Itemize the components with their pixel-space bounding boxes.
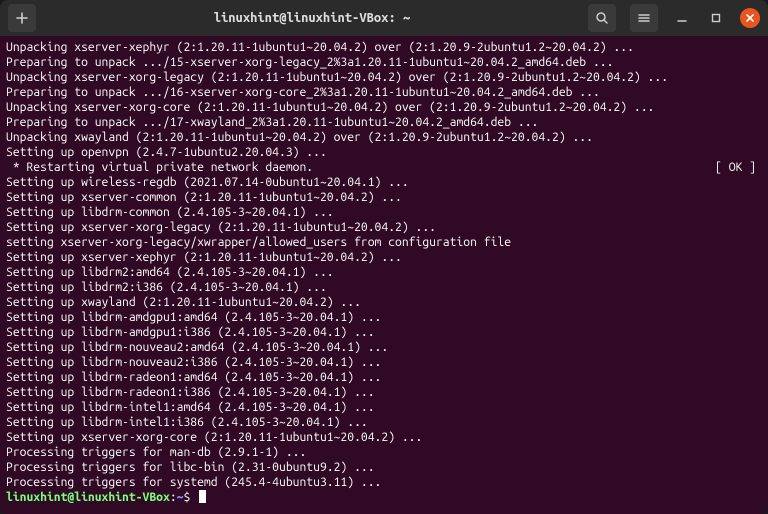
terminal-line: Setting up libdrm-intel1:amd64 (2.4.105-…	[6, 400, 762, 415]
maximize-icon	[710, 12, 722, 24]
menu-button[interactable]	[630, 4, 658, 32]
terminal-line: Unpacking xserver-xorg-core (2:1.20.11-1…	[6, 100, 762, 115]
terminal-line: Setting up libdrm-amdgpu1:i386 (2.4.105-…	[6, 325, 762, 340]
terminal-line: Setting up libdrm2:amd64 (2.4.105-3~20.0…	[6, 265, 762, 280]
minimize-button[interactable]	[672, 8, 692, 28]
prompt-dollar: $	[183, 491, 197, 504]
restart-status-line: * Restarting virtual private network dae…	[6, 160, 762, 175]
prompt-userhost: linuxhint@linuxhint-VBox	[6, 491, 170, 504]
terminal-line: Setting up xserver-xorg-core (2:1.20.11-…	[6, 430, 762, 445]
search-button[interactable]	[588, 4, 616, 32]
terminal-line: Setting up wireless-regdb (2021.07.14-0u…	[6, 175, 762, 190]
terminal-line: Unpacking xwayland (2:1.20.11-1ubuntu1~2…	[6, 130, 762, 145]
hamburger-icon	[637, 11, 651, 25]
terminal-line: Setting up libdrm-nouveau2:amd64 (2.4.10…	[6, 340, 762, 355]
restart-msg: * Restarting virtual private network dae…	[6, 160, 313, 175]
terminal-line: Setting up libdrm-radeon1:amd64 (2.4.105…	[6, 370, 762, 385]
terminal-line: Processing triggers for libc-bin (2.31-0…	[6, 460, 762, 475]
prompt-colon: :	[170, 491, 177, 504]
terminal-line: Setting up libdrm-common (2.4.105-3~20.0…	[6, 205, 762, 220]
prompt-line: linuxhint@linuxhint-VBox:~$	[6, 490, 762, 505]
minimize-icon	[676, 12, 688, 24]
close-icon	[745, 13, 755, 23]
cursor	[199, 490, 206, 503]
terminal-line: Unpacking xserver-xephyr (2:1.20.11-1ubu…	[6, 40, 762, 55]
ok-status: [ OK ]	[715, 160, 762, 175]
search-icon	[595, 11, 609, 25]
terminal-line: Setting up libdrm-radeon1:i386 (2.4.105-…	[6, 385, 762, 400]
terminal-line: setting xserver-xorg-legacy/xwrapper/all…	[6, 235, 762, 250]
terminal-line: Preparing to unpack .../15-xserver-xorg-…	[6, 55, 762, 70]
terminal-line: Processing triggers for man-db (2.9.1-1)…	[6, 445, 762, 460]
terminal-line: Setting up libdrm-intel1:i386 (2.4.105-3…	[6, 415, 762, 430]
new-tab-button[interactable]	[8, 4, 36, 32]
close-button[interactable]	[740, 8, 760, 28]
terminal-line: Unpacking xserver-xorg-legacy (2:1.20.11…	[6, 70, 762, 85]
terminal-body[interactable]: Unpacking xserver-xephyr (2:1.20.11-1ubu…	[0, 36, 768, 514]
terminal-line: Setting up xserver-xorg-legacy (2:1.20.1…	[6, 220, 762, 235]
terminal-line: Setting up libdrm-amdgpu1:amd64 (2.4.105…	[6, 310, 762, 325]
window-title: linuxhint@linuxhint-VBox: ~	[44, 11, 580, 25]
terminal-line: Setting up libdrm-nouveau2:i386 (2.4.105…	[6, 355, 762, 370]
terminal-line: Setting up openvpn (2.4.7-1ubuntu2.20.04…	[6, 145, 762, 160]
terminal-line: Setting up libdrm2:i386 (2.4.105-3~20.04…	[6, 280, 762, 295]
terminal-line: Preparing to unpack .../16-xserver-xorg-…	[6, 85, 762, 100]
plus-icon	[15, 11, 29, 25]
terminal-line: Setting up xserver-xephyr (2:1.20.11-1ub…	[6, 250, 762, 265]
terminal-window: linuxhint@linuxhint-VBox: ~ Unpacking xs…	[0, 0, 768, 514]
terminal-line: Setting up xserver-common (2:1.20.11-1ub…	[6, 190, 762, 205]
maximize-button[interactable]	[706, 8, 726, 28]
titlebar: linuxhint@linuxhint-VBox: ~	[0, 0, 768, 36]
terminal-line: Processing triggers for systemd (245.4-4…	[6, 475, 762, 490]
terminal-line: Setting up xwayland (2:1.20.11-1ubuntu1~…	[6, 295, 762, 310]
terminal-line: Preparing to unpack .../17-xwayland_2%3a…	[6, 115, 762, 130]
